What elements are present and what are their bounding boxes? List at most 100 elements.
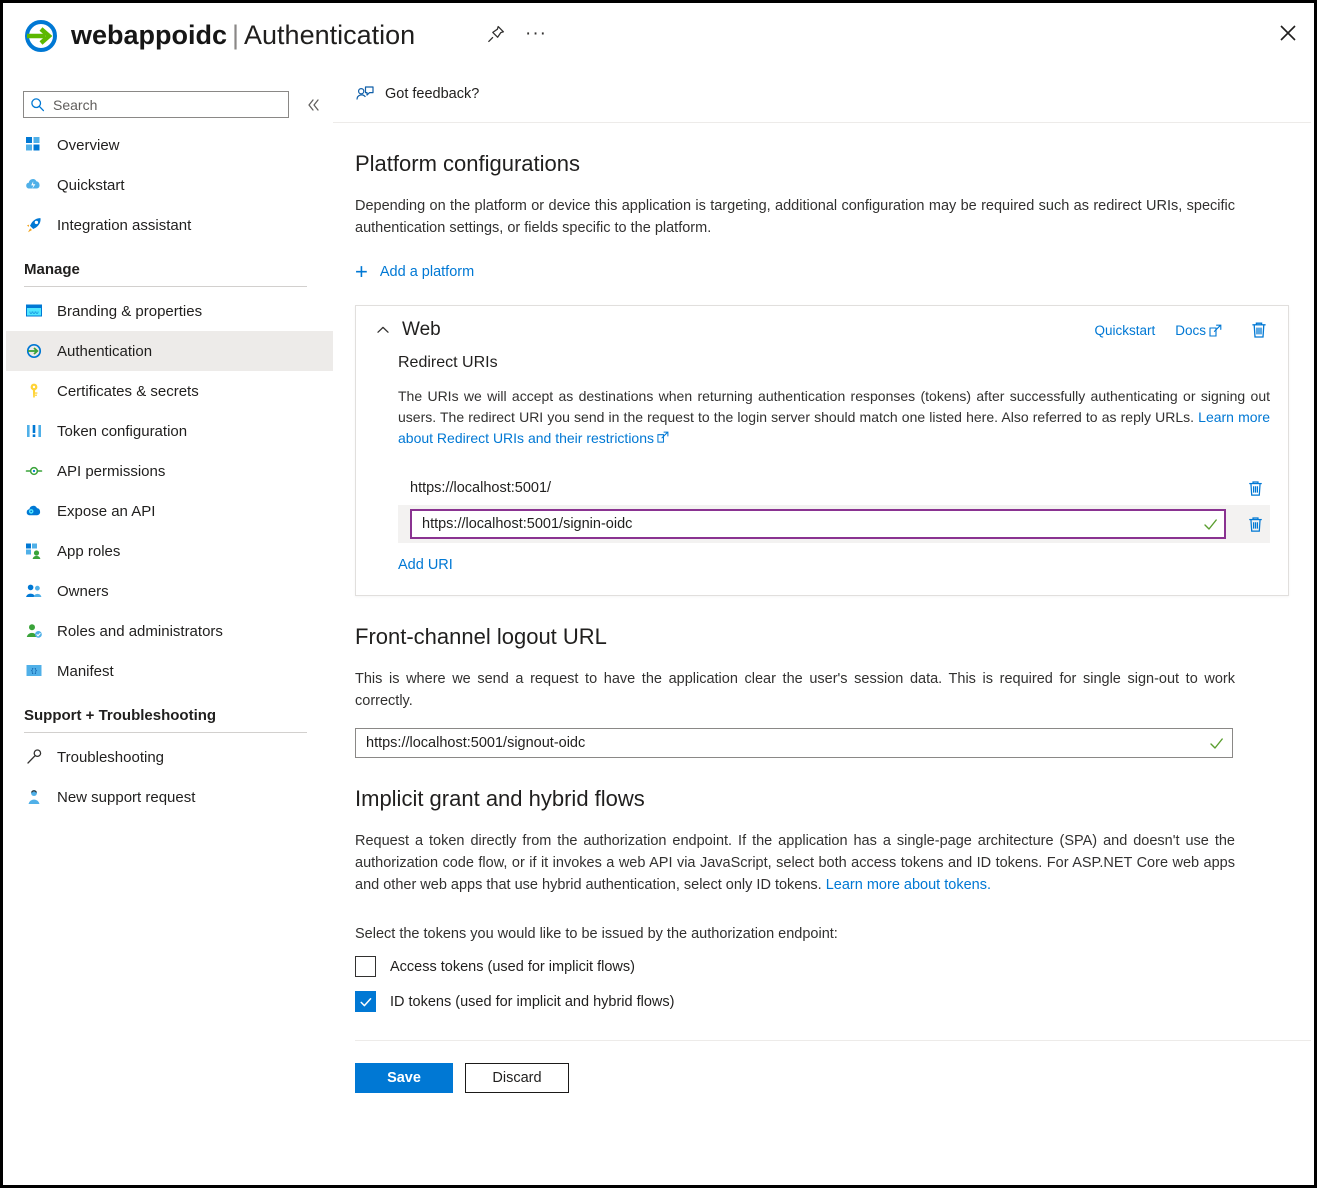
check-icon: [1209, 736, 1224, 751]
external-link-icon: [1209, 324, 1222, 337]
sidebar-item-expose-an-api[interactable]: Expose an API: [6, 491, 333, 531]
delete-uri-button[interactable]: [1240, 473, 1270, 503]
search-box[interactable]: [23, 91, 289, 118]
app-registration-icon: [19, 14, 63, 58]
id-tokens-label: ID tokens (used for implicit and hybrid …: [390, 994, 674, 1010]
sidebar-item-certificates-secrets[interactable]: Certificates & secrets: [6, 371, 333, 411]
sidebar-item-manifest[interactable]: {} Manifest: [6, 651, 333, 691]
got-feedback-button[interactable]: Got feedback?: [355, 79, 479, 109]
web-card-body: Redirect URIs The URIs we will accept as…: [356, 354, 1288, 573]
more-options-icon[interactable]: ···: [521, 19, 551, 49]
save-button[interactable]: Save: [355, 1063, 453, 1093]
sidebar-item-authentication[interactable]: Authentication: [6, 331, 333, 371]
sidebar-item-label: Manifest: [57, 663, 114, 680]
close-icon[interactable]: [1272, 17, 1304, 49]
feedback-person-icon: [355, 84, 375, 104]
external-link-icon: [657, 431, 669, 443]
chevron-double-left-icon[interactable]: [301, 93, 325, 117]
sidebar-item-label: New support request: [57, 789, 195, 806]
sidebar-item-label: Branding & properties: [57, 303, 202, 320]
sidebar-item-label: Owners: [57, 583, 109, 600]
id-tokens-checkbox[interactable]: [355, 991, 376, 1012]
search-input[interactable]: [51, 96, 282, 114]
roles-admin-icon: [24, 621, 44, 641]
command-bar: Got feedback?: [333, 65, 1311, 123]
footer-divider: [355, 1040, 1311, 1041]
redirect-uri-row[interactable]: https://localhost:5001/: [398, 471, 1270, 505]
access-tokens-label: Access tokens (used for implicit flows): [390, 959, 635, 975]
sidebar-group-manage: Manage: [6, 261, 333, 287]
front-channel-logout-desc: This is where we send a request to have …: [355, 668, 1235, 712]
pin-icon[interactable]: [481, 19, 511, 49]
api-permissions-icon: [24, 461, 44, 481]
plus-icon: +: [355, 261, 368, 283]
redirect-uri-row[interactable]: [398, 505, 1270, 543]
front-channel-logout-input[interactable]: [364, 729, 1203, 757]
overview-grid-icon: [24, 135, 44, 155]
sidebar-item-roles-and-administrators[interactable]: Roles and administrators: [6, 611, 333, 651]
web-card-header: Web Quickstart Docs: [356, 306, 1288, 354]
trash-icon: [1249, 320, 1269, 340]
sidebar-item-label: Certificates & secrets: [57, 383, 199, 400]
sidebar-item-new-support-request[interactable]: New support request: [6, 777, 333, 817]
trash-icon: [1246, 515, 1265, 534]
sidebar-search-row: [6, 65, 333, 109]
redirect-uri-input-wrap[interactable]: [410, 509, 1226, 539]
learn-more-tokens-link[interactable]: Learn more about tokens.: [826, 877, 991, 893]
sidebar-nav: Overview Quickstart: [6, 125, 333, 817]
docs-link[interactable]: Docs: [1175, 323, 1222, 338]
quickstart-link[interactable]: Quickstart: [1094, 323, 1155, 338]
sidebar-item-app-roles[interactable]: App roles: [6, 531, 333, 571]
footer-buttons: Save Discard: [355, 1063, 1289, 1093]
sidebar-item-label: API permissions: [57, 463, 165, 480]
delete-platform-button[interactable]: [1246, 317, 1272, 343]
delete-uri-button[interactable]: [1240, 509, 1270, 539]
app-roles-icon: [24, 541, 44, 561]
got-feedback-label: Got feedback?: [385, 86, 479, 102]
app-name: webappoidc: [71, 20, 227, 50]
sidebar-item-overview[interactable]: Overview: [6, 125, 333, 165]
svg-text:www: www: [29, 310, 39, 315]
platform-configurations-desc: Depending on the platform or device this…: [355, 195, 1235, 239]
wrench-icon: [24, 747, 44, 767]
implicit-grant-desc: Request a token directly from the author…: [355, 830, 1235, 896]
sidebar-group-title: Support + Troubleshooting: [24, 707, 307, 732]
authentication-arrow-icon: [24, 341, 44, 361]
blade-main: Got feedback? Platform configurations De…: [333, 65, 1311, 1182]
redirect-uri-value: https://localhost:5001/: [410, 480, 1226, 496]
sidebar-group-support-troubleshooting: Support + Troubleshooting: [6, 707, 333, 733]
sidebar-item-branding-properties[interactable]: www Branding & properties: [6, 291, 333, 331]
sidebar-item-owners[interactable]: Owners: [6, 571, 333, 611]
implicit-grant-title: Implicit grant and hybrid flows: [355, 786, 1289, 812]
divider: [24, 286, 307, 287]
sidebar-item-label: Overview: [57, 137, 120, 154]
sidebar-item-troubleshooting[interactable]: Troubleshooting: [6, 737, 333, 777]
redirect-uris-title: Redirect URIs: [398, 354, 1270, 372]
sidebar-item-label: Expose an API: [57, 503, 155, 520]
manifest-braces-icon: {}: [24, 661, 44, 681]
access-tokens-checkbox-row[interactable]: Access tokens (used for implicit flows): [355, 956, 1289, 977]
sidebar-item-label: Quickstart: [57, 177, 125, 194]
page-name: Authentication: [244, 20, 415, 50]
access-tokens-checkbox[interactable]: [355, 956, 376, 977]
sidebar-item-quickstart[interactable]: Quickstart: [6, 165, 333, 205]
rocket-icon: [24, 215, 44, 235]
web-card-title: Web: [402, 319, 441, 341]
sidebar-item-integration-assistant[interactable]: Integration assistant: [6, 205, 333, 245]
redirect-uri-input[interactable]: [420, 511, 1197, 537]
blade-sidebar: Overview Quickstart: [6, 65, 333, 1182]
discard-button[interactable]: Discard: [465, 1063, 569, 1093]
blade-title-bar: webappoidc|Authentication ···: [3, 3, 1314, 65]
sidebar-item-api-permissions[interactable]: API permissions: [6, 451, 333, 491]
cloud-gear-icon: [24, 501, 44, 521]
select-tokens-label: Select the tokens you would like to be i…: [355, 926, 1289, 942]
add-uri-button[interactable]: Add URI: [398, 557, 453, 573]
implicit-desc-text: Request a token directly from the author…: [355, 833, 1235, 893]
front-channel-logout-field[interactable]: [355, 728, 1233, 758]
sidebar-item-label: App roles: [57, 543, 120, 560]
chevron-up-icon[interactable]: [374, 321, 392, 339]
add-a-platform-button[interactable]: + Add a platform: [355, 261, 474, 283]
id-tokens-checkbox-row[interactable]: ID tokens (used for implicit and hybrid …: [355, 991, 1289, 1012]
web-card-actions: Quickstart Docs: [1094, 306, 1272, 354]
sidebar-item-token-configuration[interactable]: Token configuration: [6, 411, 333, 451]
